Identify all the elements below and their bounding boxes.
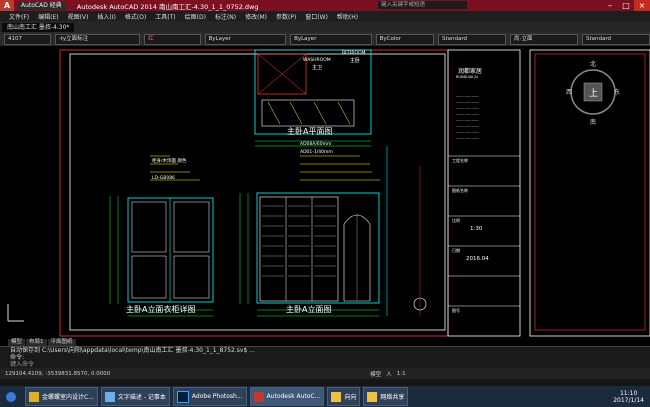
svg-text:_____ ____ _____: _____ ____ _____	[455, 99, 479, 103]
clock-time: 11:10	[619, 389, 638, 397]
tab-plan-sheet[interactable]: 平面图纸	[47, 339, 76, 346]
scale-value: 1:30	[470, 226, 483, 232]
menu-modify[interactable]: 修改(M)	[245, 12, 267, 21]
svg-text:_____ ____ _____: _____ ____ _____	[455, 123, 479, 127]
windows-taskbar: 金螺螺室内设计C... 文字描述 - 记事本 Adobe Photosh... …	[0, 386, 650, 407]
color-select[interactable]: 红	[144, 33, 201, 45]
taskbar-item-5[interactable]: 向向	[327, 387, 361, 406]
plotstyle-select[interactable]: ByColor	[375, 33, 434, 45]
autocad-logo-icon[interactable]: A	[0, 0, 14, 11]
mode-model[interactable]: 模型	[370, 370, 381, 378]
svg-text:_____ ____ _____: _____ ____ _____	[455, 129, 479, 133]
command-label: 命令:	[10, 354, 25, 361]
washroom-label: WASHROOM	[303, 58, 331, 63]
svg-text:_____ ____ _____: _____ ____ _____	[455, 105, 479, 109]
project-label: 工程名称	[452, 158, 468, 163]
taskbar-item-6[interactable]: 网络共享	[363, 387, 409, 406]
table-style-select[interactable]: Standard	[581, 33, 650, 45]
cad-drawing: _____ ____ _____ _____ ____ _____ _____ _…	[7, 49, 650, 337]
layer-select[interactable]: -ty立面标注	[54, 33, 141, 45]
washroom-cn-label: 主卫	[312, 65, 323, 71]
note-3: 柜身/木饰面 颜色	[152, 159, 187, 164]
annotation-scale[interactable]: 1:1	[397, 371, 406, 377]
menu-params[interactable]: 参数(P)	[276, 12, 296, 21]
system-clock[interactable]: 11:10 2017/1/14	[613, 390, 644, 404]
company-name: 润都家居	[458, 68, 483, 75]
tab-model[interactable]: 模型	[8, 339, 26, 346]
svg-text:上: 上	[589, 88, 598, 99]
bedroom-label: BEDROOM	[342, 51, 366, 56]
start-icon[interactable]	[3, 388, 22, 405]
taskbar-item-2[interactable]: 文字描述 - 记事本	[100, 387, 170, 406]
menu-dimension[interactable]: 标注(N)	[215, 12, 236, 21]
date-label: 日期	[452, 248, 460, 253]
clock-date: 2017/1/14	[613, 396, 644, 404]
svg-text:_____ ____ _____: _____ ____ _____	[455, 93, 479, 97]
file-tab[interactable]: 南山南工汇 墨叔-4.30*	[2, 23, 75, 32]
command-window: 自动保存到 C:\Users\向阳\appdata\local\temp\南山南…	[0, 346, 650, 368]
wardrobe-view-label: 主卧A立面衣柜详图	[126, 305, 196, 314]
layout-tabs: 模型 布局1 平面图纸	[8, 339, 77, 346]
menu-help[interactable]: 帮助(H)	[337, 12, 358, 21]
bedroom-cn-label: 主卧	[350, 58, 361, 64]
svg-text:南: 南	[590, 118, 596, 126]
menu-format[interactable]: 格式(O)	[125, 12, 146, 21]
plan-view-label: 主卧A平面图	[287, 127, 333, 136]
file-tab-bar: 南山南工汇 墨叔-4.30*	[0, 21, 650, 32]
mode-person[interactable]: 人	[386, 370, 392, 378]
drawing-name-label: 图纸名称	[452, 188, 468, 193]
menu-bar: 文件(F) 编辑(E) 视图(V) 插入(I) 格式(O) 工具(T) 绘图(D…	[0, 11, 650, 21]
maximize-icon[interactable]: □	[618, 0, 634, 11]
drawing-canvas[interactable]: _____ ____ _____ _____ ____ _____ _____ _…	[0, 46, 650, 346]
lineweight-select[interactable]: ByLayer	[290, 33, 372, 45]
note-4: LD-GB086	[152, 176, 175, 181]
dim-style-select[interactable]: 尚-立面	[509, 33, 578, 45]
taskbar-item-4[interactable]: Autodesk AutoC...	[249, 387, 325, 406]
tab-layout1[interactable]: 布局1	[26, 339, 47, 346]
menu-view[interactable]: 视图(V)	[68, 12, 89, 21]
taskbar-item-1[interactable]: 金螺螺室内设计C...	[25, 387, 98, 406]
date-value: 2016.04	[466, 256, 489, 262]
scale-label: 比例	[452, 218, 460, 223]
svg-text:东: 东	[614, 88, 620, 96]
note-2: AD01-1/40mm	[300, 150, 333, 155]
menu-draw[interactable]: 绘图(D)	[185, 12, 206, 21]
close-icon[interactable]: ×	[634, 0, 650, 11]
command-history-line: 自动保存到 C:\Users\向阳\appdata\local\temp\南山南…	[10, 347, 255, 354]
coordinates-readout: 129104.4109, -3539831.8570, 0.0000	[5, 370, 111, 377]
window-title: Autodesk AutoCAD 2014 南山南工汇-4.30_1_1_075…	[76, 2, 259, 11]
company-name-en: RUNDUJIA JU	[456, 75, 479, 79]
menu-window[interactable]: 窗口(W)	[305, 12, 328, 21]
workspace-selector[interactable]: AutoCAD 经典	[18, 1, 65, 10]
svg-text:_____ ____ _____: _____ ____ _____	[455, 111, 479, 115]
command-input[interactable]: 键入命令	[0, 361, 650, 368]
note-1: AD08A/60mm	[300, 142, 332, 147]
help-search-input[interactable]: 键入关键字或短语	[378, 1, 467, 9]
elevation-view-label: 主卧A立面图	[286, 305, 332, 314]
properties-toolbar: 4107 -ty立面标注 红 ByLayer ByLayer ByColor S…	[0, 32, 650, 46]
status-separator	[0, 379, 650, 386]
text-style-select[interactable]: Standard	[437, 33, 506, 45]
svg-text:_____ ____ _____: _____ ____ _____	[455, 135, 479, 139]
svg-text:北: 北	[590, 60, 596, 68]
drawing-number-label: 图号	[452, 308, 460, 313]
menu-file[interactable]: 文件(F)	[9, 12, 29, 21]
menu-insert[interactable]: 插入(I)	[97, 12, 115, 21]
minimize-icon[interactable]: –	[602, 0, 618, 11]
menu-edit[interactable]: 编辑(E)	[38, 12, 58, 21]
title-bar: A AutoCAD 经典 Autodesk AutoCAD 2014 南山南工汇…	[0, 0, 650, 11]
taskbar-item-3[interactable]: Adobe Photosh...	[172, 387, 247, 406]
layer-state-select[interactable]: 4107	[4, 33, 51, 45]
svg-text:西: 西	[566, 89, 572, 96]
svg-text:_____ ____ _____: _____ ____ _____	[455, 117, 479, 121]
compass-icon: 上 北 南 西 东	[566, 60, 620, 126]
menu-tools[interactable]: 工具(T)	[155, 12, 175, 21]
linetype-select[interactable]: ByLayer	[204, 33, 287, 45]
status-bar: 129104.4109, -3539831.8570, 0.0000 模型 人 …	[0, 368, 650, 379]
